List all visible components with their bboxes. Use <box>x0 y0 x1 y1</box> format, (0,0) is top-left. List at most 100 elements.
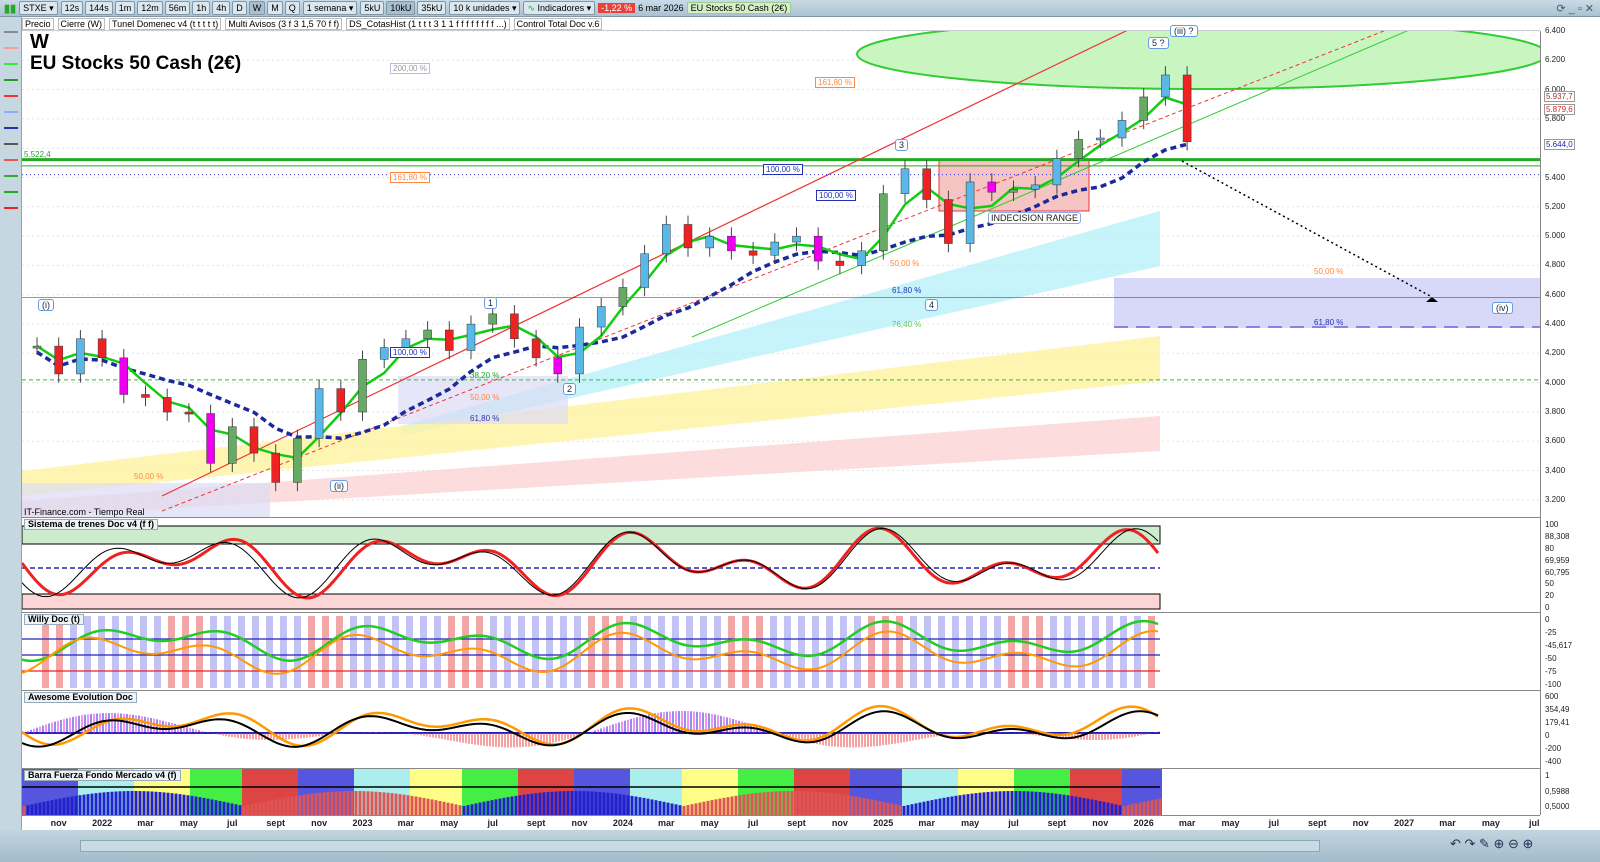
timeframe-button[interactable]: 1m <box>114 1 136 15</box>
signal-band <box>182 616 189 688</box>
strength-bar <box>242 805 246 815</box>
strength-bar <box>818 792 822 815</box>
strength-bar <box>134 791 138 815</box>
drawing-tool-icon[interactable] <box>4 127 18 129</box>
period-select[interactable]: 1 semana ▾ <box>302 1 358 15</box>
strength-bar-panel[interactable] <box>22 768 1540 815</box>
drawing-tool-icon[interactable] <box>4 111 18 113</box>
price-axis[interactable]: 6.4006.2006.0005.8005.6005.4005.2005.000… <box>1540 26 1600 815</box>
chart-type-icon[interactable]: ▮▮ <box>4 2 16 15</box>
timeframe-button[interactable]: 12m <box>137 1 163 15</box>
panel-tick-label: 80 <box>1545 543 1554 553</box>
x-tick-label: nov <box>831 818 848 828</box>
strength-bar <box>554 791 558 815</box>
y-tick-label: 4.200 <box>1545 348 1566 358</box>
panel-title[interactable]: Awesome Evolution Doc <box>24 692 137 703</box>
unit-button[interactable]: 35kU <box>417 1 447 15</box>
strength-bar <box>530 793 534 815</box>
indicator-toggle[interactable]: Multi Avisos (3 f 3 1,5 70 f f) <box>225 17 343 30</box>
strength-bar <box>1078 797 1082 815</box>
trains-panel[interactable] <box>22 517 1540 612</box>
strength-bar <box>794 791 798 815</box>
strength-bar <box>962 794 966 815</box>
strength-bar <box>810 791 814 815</box>
indicator-toggle[interactable]: Tunel Domenec v4 (t t t t t) <box>109 17 222 30</box>
x-tick-label: sept <box>787 818 806 828</box>
strength-bar <box>174 793 178 815</box>
timeframe-button[interactable]: D <box>232 1 247 15</box>
timeframe-button[interactable]: 1h <box>192 1 211 15</box>
indicator-toggle[interactable]: DS_CotasHist (1 t t t 3 1 1 f f f f f f … <box>346 17 510 30</box>
drawing-tool-icon[interactable] <box>4 175 18 177</box>
zoom-controls[interactable]: ↶ ↷ ✎ ⊕ ⊖ ⊕ <box>1450 836 1533 852</box>
indicators-button[interactable]: ∿ Indicadores ▾ <box>523 1 596 15</box>
x-tick-label: 2022 <box>92 818 113 828</box>
strength-bar <box>22 806 26 815</box>
signal-band <box>1050 616 1057 688</box>
willy-panel[interactable] <box>22 612 1540 690</box>
strength-bar <box>978 792 982 815</box>
unit-button[interactable]: 5kU <box>360 1 385 15</box>
time-axis[interactable]: nov 2022 mar may jul sept nov 2023 mar may jul sept… <box>22 815 1540 830</box>
strength-bar <box>1126 805 1130 815</box>
indicator-toggle[interactable]: Precio <box>22 17 54 30</box>
window-controls[interactable]: ⟳ _ ▫ ✕ <box>1556 2 1594 15</box>
units-select[interactable]: 10 k unidades ▾ <box>449 1 521 15</box>
awesome-panel[interactable] <box>22 690 1540 768</box>
x-tick-label: jul <box>1008 818 1019 828</box>
strength-bar <box>286 797 290 815</box>
strength-bar <box>26 805 30 815</box>
panel-tick-label: 0 <box>1545 615 1550 624</box>
strength-bar <box>670 803 674 815</box>
panel-title[interactable]: Willy Doc (t) <box>24 614 84 625</box>
drawing-tool-icon[interactable] <box>4 191 18 193</box>
drawing-tool-icon[interactable] <box>4 159 18 161</box>
symbol-select[interactable]: STXE ▾ <box>19 1 58 15</box>
strength-bar <box>610 793 614 815</box>
strength-bar <box>918 802 922 815</box>
drawing-tool-icon[interactable] <box>4 79 18 81</box>
strength-bar <box>690 804 694 815</box>
strength-bar <box>890 803 894 815</box>
timeframe-button[interactable]: Q <box>284 1 300 15</box>
horizontal-scrollbar[interactable] <box>80 840 1320 852</box>
strength-bar <box>214 800 218 815</box>
drawing-tool-icon[interactable] <box>4 95 18 97</box>
strength-bar <box>94 793 98 815</box>
candle <box>705 235 714 249</box>
strength-bar <box>1018 791 1022 815</box>
panel-title[interactable]: Barra Fuerza Fondo Mercado v4 (f) <box>24 770 181 781</box>
strength-bar <box>1042 792 1046 815</box>
drawing-tool-icon[interactable] <box>4 143 18 145</box>
strength-bar <box>1146 800 1150 815</box>
indicator-toggle[interactable]: Cierre (W) <box>57 17 106 30</box>
drawing-tool-icon[interactable] <box>4 207 18 209</box>
candle <box>423 329 432 340</box>
strength-bar <box>270 800 274 815</box>
strength-bar <box>106 792 110 815</box>
candle <box>488 313 497 325</box>
candle <box>336 388 346 413</box>
strength-bar <box>1098 801 1102 815</box>
timeframe-button[interactable]: 12s <box>60 1 84 15</box>
timeframe-button[interactable]: 56m <box>164 1 191 15</box>
strength-bar <box>366 791 370 815</box>
strength-bar <box>1110 803 1114 815</box>
timeframe-button[interactable]: 4h <box>212 1 231 15</box>
drawing-tool-icon[interactable] <box>4 47 18 49</box>
candle <box>97 338 107 359</box>
drawing-tool-icon[interactable] <box>4 31 18 33</box>
timeframe-button[interactable]: 144s <box>85 1 113 15</box>
indicator-toggle[interactable]: Control Total Doc v.6 <box>513 17 603 30</box>
strength-bar <box>1122 805 1126 815</box>
drawing-tool-icon[interactable] <box>4 63 18 65</box>
wave-label: 1 <box>484 297 498 309</box>
timeframe-button[interactable]: W <box>248 1 266 15</box>
panel-title[interactable]: Sistema de trenes Doc v4 (f f) <box>24 519 159 530</box>
candle <box>206 413 215 464</box>
panel-tick-label: 0 <box>1545 603 1550 613</box>
x-tick-label: nov <box>1352 818 1369 828</box>
strength-bar <box>82 794 86 815</box>
unit-button[interactable]: 10kU <box>386 1 416 15</box>
timeframe-button[interactable]: M <box>267 1 283 15</box>
